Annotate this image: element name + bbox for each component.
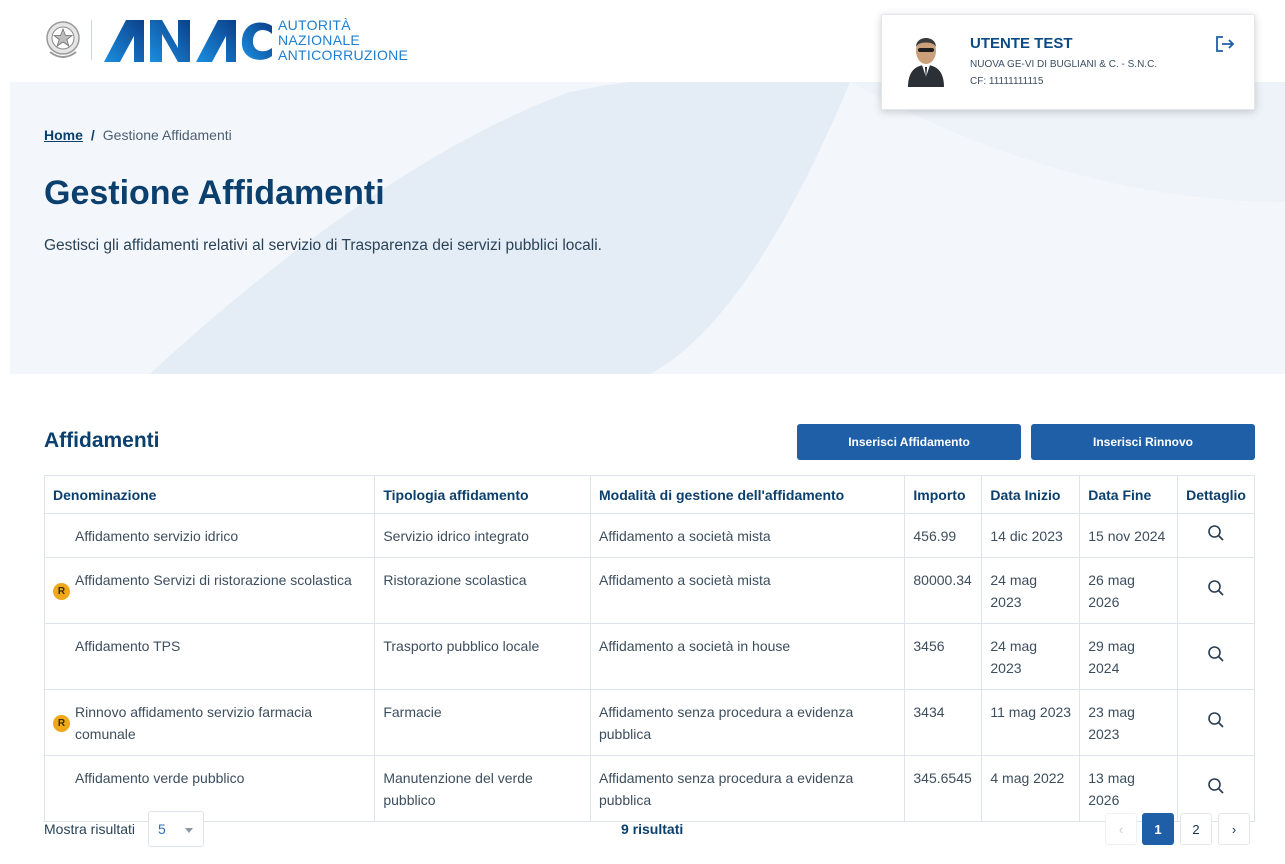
cell-modalita: Affidamento a società in house bbox=[589, 623, 906, 690]
page-title: Gestione Affidamenti bbox=[44, 174, 385, 212]
cell-data-inizio: 24 mag 2023 bbox=[981, 557, 1081, 624]
cell-tipologia: Trasporto pubblico locale bbox=[374, 623, 591, 690]
logout-icon[interactable] bbox=[1215, 35, 1235, 53]
breadcrumb-home-link[interactable]: Home bbox=[44, 127, 83, 143]
page-description: Gestisci gli affidamenti relativi al ser… bbox=[44, 237, 602, 254]
avatar bbox=[904, 31, 948, 87]
column-header-importo[interactable]: Importo bbox=[904, 475, 983, 514]
cell-modalita: Affidamento a società mista bbox=[589, 513, 906, 558]
breadcrumb: Home / Gestione Affidamenti bbox=[44, 127, 232, 143]
cell-importo: 80000.34 bbox=[904, 557, 983, 624]
chevron-down-icon bbox=[185, 828, 193, 833]
pagination-next-button[interactable]: › bbox=[1218, 813, 1250, 845]
cell-data-fine: 15 nov 2024 bbox=[1079, 513, 1179, 558]
user-company: NUOVA GE-VI DI BUGLIANI & C. - S.N.C. bbox=[970, 59, 1158, 70]
cell-data-inizio: 11 mag 2023 bbox=[981, 689, 1081, 756]
search-icon[interactable] bbox=[1207, 711, 1225, 729]
column-header-data-inizio[interactable]: Data Inizio bbox=[981, 475, 1081, 514]
anac-logo bbox=[104, 18, 274, 64]
cell-tipologia: Servizio idrico integrato bbox=[374, 513, 591, 558]
cell-dettaglio bbox=[1177, 623, 1255, 690]
cell-dettaglio bbox=[1177, 557, 1255, 624]
cell-data-fine: 26 mag 2026 bbox=[1079, 557, 1179, 624]
page-size-select[interactable]: 5 bbox=[148, 811, 204, 847]
table-header-row: Denominazione Tipologia affidamento Moda… bbox=[43, 475, 1255, 514]
renewal-badge: R bbox=[53, 715, 70, 732]
breadcrumb-separator: / bbox=[90, 127, 95, 143]
cell-text: Affidamento servizio idrico bbox=[75, 528, 239, 544]
search-icon[interactable] bbox=[1207, 524, 1225, 542]
cell-data-fine: 13 mag 2026 bbox=[1079, 755, 1179, 822]
section-title: Affidamenti bbox=[44, 429, 160, 452]
cell-importo: 345.6545 bbox=[904, 755, 983, 822]
search-icon[interactable] bbox=[1207, 645, 1225, 663]
pagination-page-2[interactable]: 2 bbox=[1180, 813, 1212, 845]
cell-data-fine: 29 mag 2024 bbox=[1079, 623, 1179, 690]
table-row: Affidamento servizio idrico Servizio idri… bbox=[43, 513, 1255, 558]
logo-divider bbox=[91, 20, 92, 60]
table-row: R Rinnovo affidamento servizio farmacia c… bbox=[43, 689, 1255, 756]
table-row: R Affidamento Servizi di ristorazione sco… bbox=[43, 557, 1255, 624]
cell-modalita: Affidamento a società mista bbox=[589, 557, 906, 624]
insert-rinnovo-button[interactable]: Inserisci Rinnovo bbox=[1031, 424, 1255, 460]
wordmark-line-2: NAZIONALE bbox=[278, 32, 361, 48]
cell-importo: 3434 bbox=[904, 689, 983, 756]
cell-text: Rinnovo affidamento servizio farmacia co… bbox=[75, 704, 313, 742]
table-row: Affidamento TPS Trasporto pubblico locale… bbox=[43, 623, 1255, 690]
affidamenti-table: Denominazione Tipologia affidamento Moda… bbox=[43, 475, 1255, 822]
wordmark-line-1: AUTORITÀ bbox=[278, 17, 351, 33]
renewal-badge: R bbox=[53, 583, 70, 600]
cell-text: Affidamento TPS bbox=[75, 638, 181, 654]
table-row: Affidamento verde pubblico Manutenzione d… bbox=[43, 755, 1255, 822]
cell-tipologia: Farmacie bbox=[374, 689, 591, 756]
cell-denominazione: Affidamento TPS bbox=[43, 623, 376, 690]
page-size-label: Mostra risultati bbox=[44, 821, 136, 837]
cell-data-fine: 23 mag 2023 bbox=[1079, 689, 1179, 756]
cell-tipologia: Manutenzione del verde pubblico bbox=[374, 755, 591, 822]
anac-wordmark: AUTORITÀ NAZIONALE ANTICORRUZIONE bbox=[278, 18, 408, 63]
pagination-page-1[interactable]: 1 bbox=[1142, 813, 1174, 845]
hero-background bbox=[10, 82, 1285, 374]
cell-importo: 456.99 bbox=[904, 513, 983, 558]
column-header-dettaglio: Dettaglio bbox=[1177, 475, 1255, 514]
cell-modalita: Affidamento senza procedura a evidenza p… bbox=[589, 689, 906, 756]
search-icon[interactable] bbox=[1207, 579, 1225, 597]
pagination-prev-button[interactable]: ‹ bbox=[1105, 813, 1137, 845]
cell-text: Affidamento verde pubblico bbox=[75, 770, 245, 786]
cell-denominazione: R Rinnovo affidamento servizio farmacia c… bbox=[43, 689, 376, 756]
cell-dettaglio bbox=[1177, 689, 1255, 756]
cell-modalita: Affidamento senza procedura a evidenza p… bbox=[589, 755, 906, 822]
cell-data-inizio: 4 mag 2022 bbox=[981, 755, 1081, 822]
user-tax-code: CF: 11111111115 bbox=[970, 76, 1044, 87]
user-card: UTENTE TEST NUOVA GE-VI DI BUGLIANI & C.… bbox=[881, 14, 1255, 110]
column-header-denominazione[interactable]: Denominazione bbox=[43, 475, 376, 514]
cell-tipologia: Ristorazione scolastica bbox=[374, 557, 591, 624]
italian-emblem-icon bbox=[44, 18, 82, 62]
user-name: UTENTE TEST bbox=[970, 35, 1073, 52]
column-header-data-fine[interactable]: Data Fine bbox=[1079, 475, 1179, 514]
cell-text: Affidamento Servizi di ristorazione scol… bbox=[75, 572, 352, 588]
breadcrumb-current: Gestione Affidamenti bbox=[102, 127, 232, 143]
column-header-tipologia[interactable]: Tipologia affidamento bbox=[374, 475, 591, 514]
cell-denominazione: R Affidamento Servizi di ristorazione sco… bbox=[43, 557, 376, 624]
insert-affidamento-button[interactable]: Inserisci Affidamento bbox=[797, 424, 1021, 460]
cell-importo: 3456 bbox=[904, 623, 983, 690]
cell-denominazione: Affidamento verde pubblico bbox=[43, 755, 376, 822]
cell-denominazione: Affidamento servizio idrico bbox=[43, 513, 376, 558]
wordmark-line-3: ANTICORRUZIONE bbox=[278, 47, 409, 63]
search-icon[interactable] bbox=[1207, 777, 1225, 795]
cell-dettaglio bbox=[1177, 755, 1255, 822]
cell-data-inizio: 14 dic 2023 bbox=[981, 513, 1081, 558]
cell-data-inizio: 24 mag 2023 bbox=[981, 623, 1081, 690]
page-size-value: 5 bbox=[158, 821, 166, 837]
results-count: 9 risultati bbox=[621, 821, 684, 837]
cell-dettaglio bbox=[1177, 513, 1255, 558]
column-header-modalita[interactable]: Modalità di gestione dell'affidamento bbox=[589, 475, 906, 514]
